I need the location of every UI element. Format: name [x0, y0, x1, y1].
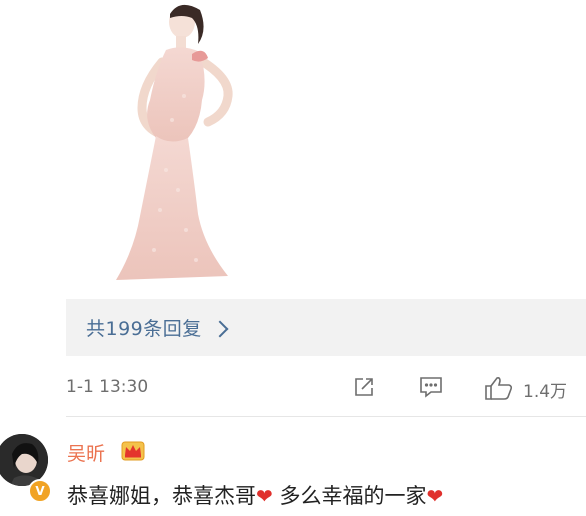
verified-v-icon: V — [28, 479, 52, 503]
comment-text-part1: 恭喜娜姐，恭喜杰哥 — [67, 484, 256, 508]
replies-count-label: 共199条回复 — [86, 318, 202, 340]
comment-icon[interactable] — [418, 375, 444, 403]
comment-text: 恭喜娜姐，恭喜杰哥❤ 多么幸福的一家❤ — [67, 480, 443, 510]
crown-icon[interactable] — [120, 440, 146, 466]
like-icon[interactable] — [484, 375, 514, 405]
comment-username[interactable]: 吴昕 — [67, 439, 105, 466]
heart-emoji: ❤ — [426, 484, 444, 508]
view-replies-button[interactable]: 共199条回复 — [66, 299, 586, 356]
chevron-right-icon — [211, 320, 229, 337]
post-photo[interactable] — [96, 0, 252, 285]
repost-icon[interactable] — [352, 375, 376, 403]
comment-item: V 吴昕 恭喜娜姐，恭喜杰哥❤ 多么幸福的一家❤ — [0, 426, 586, 516]
comment-text-part2: 多么幸福的一家 — [272, 484, 427, 508]
post-timestamp: 1-1 13:30 — [66, 377, 149, 397]
like-count: 1.4万 — [523, 382, 568, 402]
heart-emoji: ❤ — [256, 484, 273, 508]
post-meta-row: 1-1 13:30 1.4万 — [66, 372, 586, 406]
divider — [66, 416, 586, 417]
